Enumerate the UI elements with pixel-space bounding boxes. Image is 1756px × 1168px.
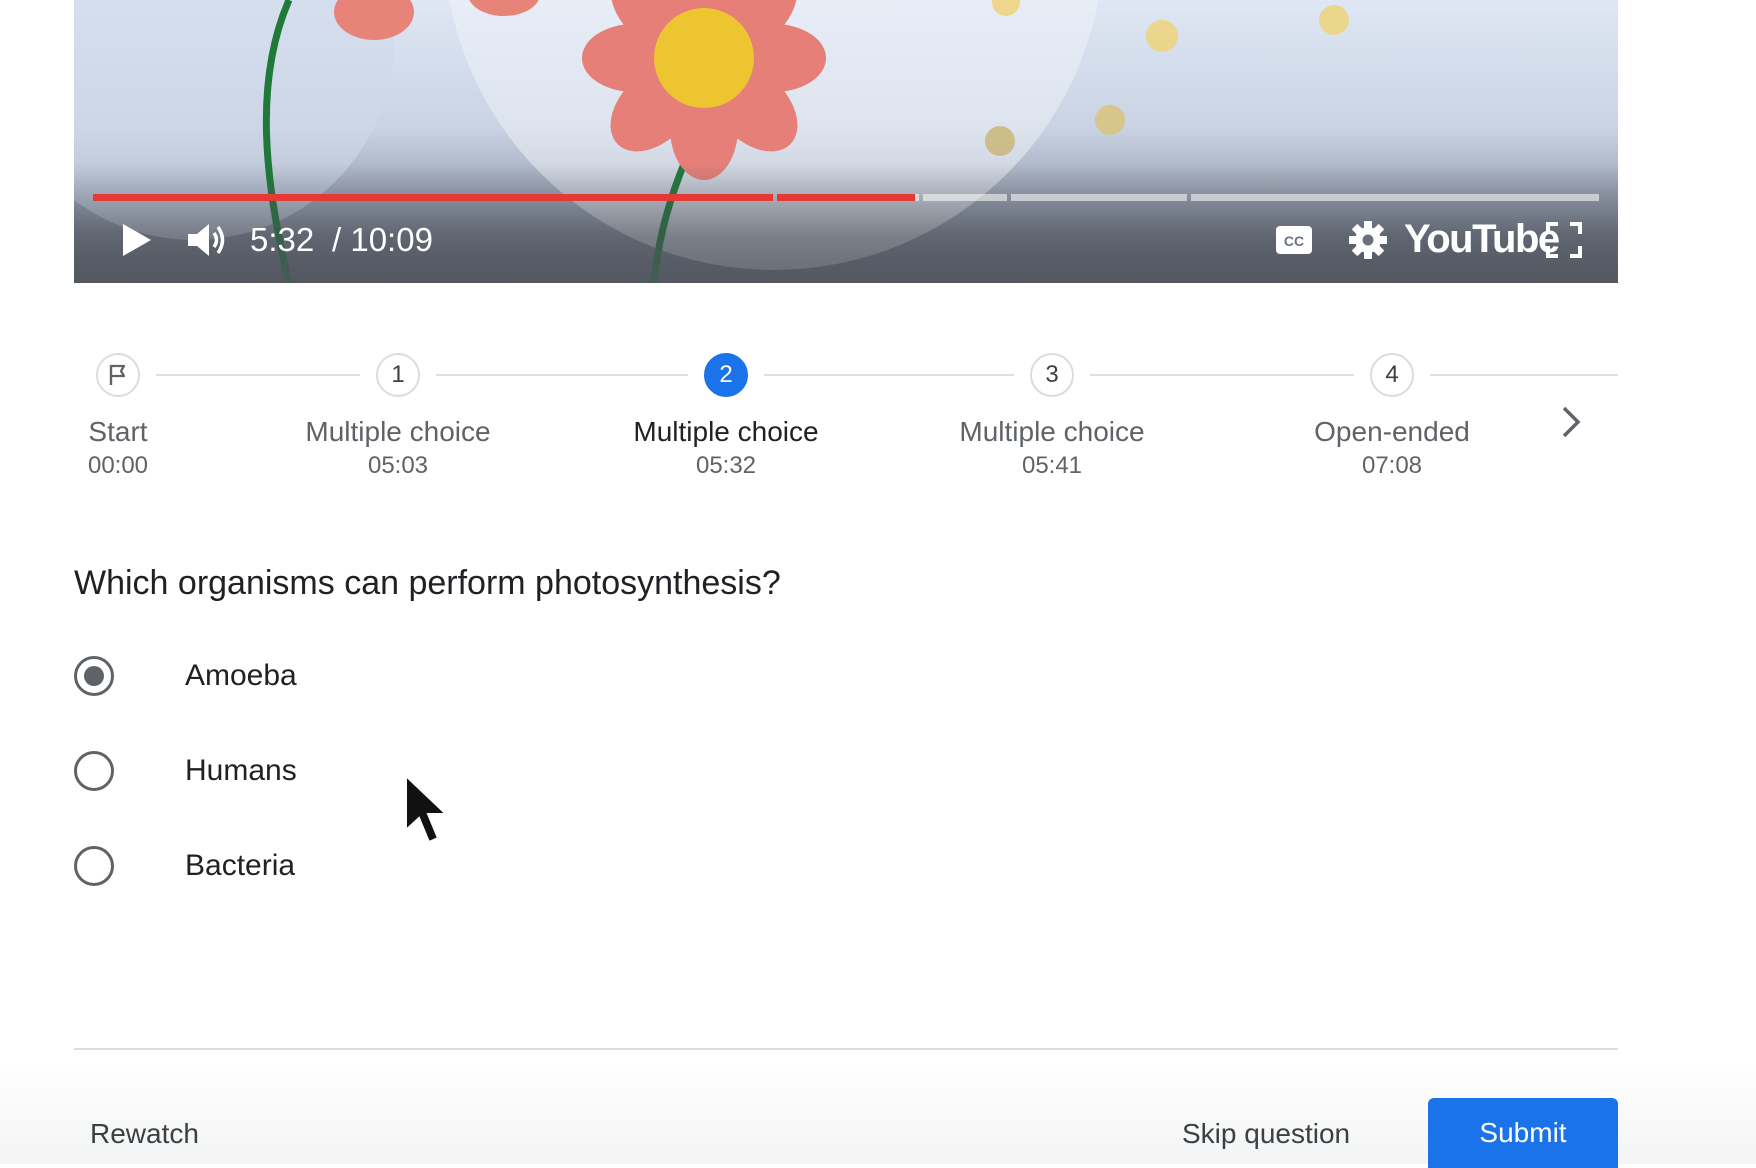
answer-option[interactable]: Amoeba (74, 648, 297, 704)
volume-button[interactable] (184, 218, 230, 262)
timeline-start-marker[interactable] (96, 353, 140, 397)
timeline-step-label: Multiple choice (633, 416, 819, 447)
progress-played (93, 194, 773, 201)
timeline-step-number[interactable]: 3 (1030, 353, 1074, 397)
skip-question-button[interactable]: Skip question (1182, 1110, 1350, 1158)
timeline-step-time: 00:00 (87, 452, 149, 479)
svg-text:CC: CC (1284, 233, 1304, 249)
settings-button[interactable] (1346, 218, 1390, 262)
captions-icon: CC (1276, 226, 1312, 254)
play-button[interactable] (114, 218, 158, 262)
answer-option-label: Humans (185, 754, 297, 787)
video-player[interactable]: 5:32 / 10:09 CC YouTube (74, 0, 1618, 283)
radio-button[interactable] (74, 846, 114, 886)
timeline-step-time: 05:41 (1021, 452, 1083, 479)
fullscreen-icon (1546, 222, 1582, 258)
timeline-step-label: Start (88, 416, 148, 447)
flag-icon (109, 364, 126, 385)
progress-segment[interactable] (1191, 194, 1599, 201)
progress-segment[interactable] (777, 194, 919, 201)
progress-segment[interactable] (923, 194, 1007, 201)
answer-option-label: Amoeba (185, 659, 297, 692)
timeline-step[interactable]: Start 00:00 (0, 340, 248, 481)
mouse-cursor-icon (405, 774, 449, 844)
youtube-logo[interactable]: YouTube (1404, 214, 1560, 264)
answer-option-label: Bacteria (185, 849, 296, 882)
divider (74, 1048, 1618, 1050)
timeline-step-label: Multiple choice (959, 416, 1145, 447)
captions-button[interactable]: CC (1274, 220, 1314, 260)
timeline-step[interactable]: 4 Open-ended 07:08 (1262, 340, 1522, 481)
radio-button[interactable] (74, 656, 114, 696)
timeline-step-number[interactable]: 4 (1370, 353, 1414, 397)
progress-segment[interactable] (1011, 194, 1187, 201)
timeline-next-button[interactable] (1553, 400, 1589, 444)
answer-option[interactable]: Bacteria (74, 838, 295, 894)
gear-icon (1349, 221, 1387, 259)
timeline-step-label: Multiple choice (305, 416, 491, 447)
timeline-step[interactable]: 1 Multiple choice 05:03 (268, 340, 528, 481)
play-icon (123, 224, 151, 256)
current-time: 5:32 (250, 221, 315, 258)
answer-option[interactable]: Humans (74, 743, 297, 799)
timeline-step[interactable]: 2 Multiple choice 05:32 (596, 340, 856, 481)
rewatch-button[interactable]: Rewatch (90, 1110, 199, 1158)
fullscreen-button[interactable] (1542, 218, 1586, 262)
chevron-right-icon (1562, 406, 1581, 438)
timeline-step-time: 07:08 (1361, 452, 1423, 479)
timeline-step-number[interactable]: 1 (376, 353, 420, 397)
timeline-step-time: 05:32 (695, 452, 757, 479)
question-timeline: Start 00:00 1 Multiple choice 05:03 2 Multiple… (74, 340, 1618, 500)
timeline-step-label: Open-ended (1314, 416, 1470, 447)
volume-icon (188, 224, 225, 256)
progress-played (777, 194, 916, 201)
timeline-step-number[interactable]: 2 (704, 353, 748, 397)
progress-bar[interactable] (93, 194, 1599, 201)
submit-button[interactable]: Submit (1428, 1098, 1618, 1168)
timeline-step[interactable]: 3 Multiple choice 05:41 (922, 340, 1182, 481)
question-text: Which organisms can perform photosynthes… (74, 564, 781, 602)
total-duration: / 10:09 (332, 221, 433, 258)
radio-selected-dot (84, 666, 104, 686)
progress-segment[interactable] (93, 194, 773, 201)
radio-button[interactable] (74, 751, 114, 791)
timeline-step-time: 05:03 (367, 452, 429, 479)
